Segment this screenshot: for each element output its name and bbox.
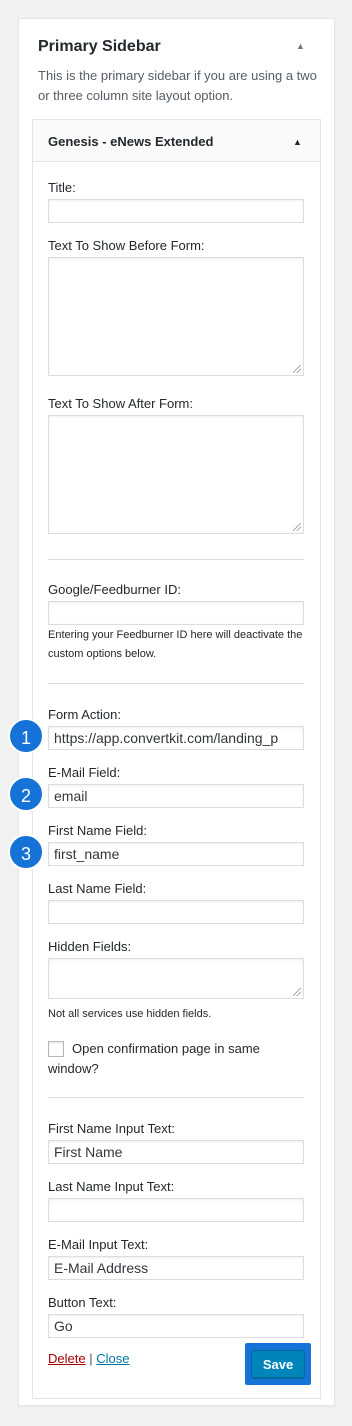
caret-up-icon[interactable]: ▲ [296, 41, 305, 51]
email-field-input[interactable]: email [48, 784, 304, 808]
sidebar-header[interactable]: Primary Sidebar [38, 38, 161, 56]
title-input[interactable] [48, 199, 304, 223]
last-name-input-text-label: Last Name Input Text: [48, 1179, 175, 1194]
feedburner-input[interactable] [48, 601, 304, 625]
divider [48, 559, 304, 560]
email-input-text-label: E-Mail Input Text: [48, 1237, 149, 1252]
widget-control-links: Delete | Close [48, 1351, 129, 1366]
sidebar-title: Primary Sidebar [38, 38, 161, 55]
sidebar-description: This is the primary sidebar if you are u… [38, 68, 317, 103]
first-name-input-text-input[interactable]: First Name [48, 1140, 304, 1164]
resize-grip-icon[interactable] [293, 365, 301, 373]
last-name-field-label: Last Name Field: [48, 881, 147, 896]
first-name-field-input[interactable]: first_name [48, 842, 304, 866]
hidden-fields-textarea[interactable] [48, 958, 304, 999]
text-after-textarea[interactable] [48, 415, 304, 534]
title-label: Title: [48, 180, 76, 195]
divider [48, 1097, 304, 1098]
widget-title: Genesis - eNews Extended [48, 134, 214, 149]
text-before-label: Text To Show Before Form: [48, 238, 205, 253]
callout-badge-3: 3 [8, 834, 44, 870]
last-name-field-input[interactable] [48, 900, 304, 924]
delete-link[interactable]: Delete [48, 1351, 86, 1366]
text-after-label: Text To Show After Form: [48, 396, 193, 411]
resize-grip-icon[interactable] [293, 523, 301, 531]
button-text-input[interactable]: Go [48, 1314, 304, 1338]
save-button[interactable]: Save [251, 1350, 305, 1379]
first-name-field-label: First Name Field: [48, 823, 147, 838]
first-name-input-text-label: First Name Input Text: [48, 1121, 175, 1136]
email-field-label: E-Mail Field: [48, 765, 121, 780]
email-input-text-input[interactable]: E-Mail Address [48, 1256, 304, 1280]
hidden-fields-label: Hidden Fields: [48, 939, 132, 954]
feedburner-label: Google/Feedburner ID: [48, 582, 181, 597]
caret-up-icon[interactable]: ▲ [293, 137, 302, 147]
callout-badge-2: 2 [8, 776, 44, 812]
form-action-input[interactable]: https://app.convertkit.com/landing_p [48, 726, 304, 750]
divider [48, 683, 304, 684]
close-link[interactable]: Close [96, 1351, 129, 1366]
last-name-input-text-input[interactable] [48, 1198, 304, 1222]
text-before-textarea[interactable] [48, 257, 304, 376]
feedburner-help-text: Entering your Feedburner ID here will de… [48, 629, 303, 660]
button-text-label: Button Text: [48, 1295, 117, 1310]
form-action-label: Form Action: [48, 707, 121, 722]
hidden-fields-help-text: Not all services use hidden fields. [48, 1008, 212, 1020]
callout-badge-1: 1 [8, 718, 44, 754]
resize-grip-icon[interactable] [293, 988, 301, 996]
open-same-window-label[interactable]: Open confirmation page in same window? [48, 1039, 298, 1079]
link-separator: | [89, 1351, 93, 1366]
